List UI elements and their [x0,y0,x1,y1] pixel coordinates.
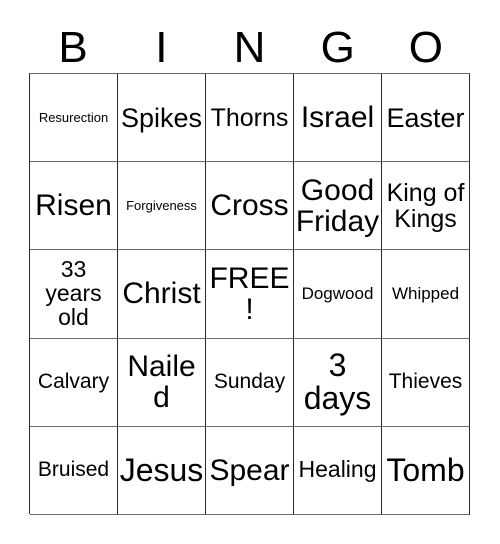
bingo-grid: Resurection Spikes Thorns Israel Easter … [29,73,470,515]
bingo-cell[interactable]: Spear [206,426,294,515]
bingo-cell[interactable]: Bruised [30,426,118,515]
bingo-card: B I N G O Resurection Spikes Thorns Isra… [0,0,500,544]
bingo-cell-label: 33 years old [45,256,102,330]
bingo-cell-label: Spikes [120,102,203,133]
bingo-cell-label: Forgiveness [126,198,197,214]
bingo-header-letter: G [320,23,355,72]
bingo-cell[interactable]: Risen [30,162,118,251]
bingo-cell-label: Dogwood [301,284,374,304]
bingo-cell[interactable]: King of Kings [382,162,470,251]
bingo-cell-label: Resurection [38,109,109,125]
bingo-cell[interactable]: 33 years old [30,250,118,339]
bingo-cell-free-space[interactable]: FREE! [206,250,294,339]
bingo-cell-label: Bruised [37,458,110,482]
bingo-cell[interactable]: Healing [294,426,382,515]
bingo-cell[interactable]: Sunday [206,338,294,427]
bingo-cell[interactable]: Cross [206,162,294,251]
bingo-row: Bruised Jesus Spear Healing Tomb [30,426,470,515]
bingo-cell-label: FREE! [209,261,290,326]
bingo-cell-label: 3 days [303,346,372,417]
bingo-cell-label: Israel [300,101,375,134]
bingo-cell-label: Christ [122,277,201,311]
bingo-cell[interactable]: Christ [118,250,206,339]
bingo-cell-label: King of Kings [386,178,465,233]
bingo-row: 33 years old Christ FREE! Dogwood Whippe… [30,250,470,339]
bingo-cell-label: Tomb [386,451,465,488]
bingo-cell-label: Whipped [391,284,460,304]
bingo-cell[interactable]: Thieves [382,338,470,427]
bingo-header-letter: O [408,23,444,72]
bingo-header-letter: N [233,23,266,72]
bingo-row: Risen Forgiveness Cross Good Friday King… [30,162,470,251]
bingo-header-cell-b: B [29,14,117,73]
bingo-row: Resurection Spikes Thorns Israel Easter [30,74,470,163]
bingo-cell[interactable]: Nailed [118,338,206,427]
bingo-cell-label: Jesus [119,451,204,488]
bingo-row: Calvary Nailed Sunday 3 days Thieves [30,338,470,427]
bingo-cell[interactable]: Easter [382,74,470,163]
bingo-cell[interactable]: Resurection [30,74,118,163]
bingo-cell-label: Thorns [210,103,289,132]
bingo-header-cell-g: G [294,14,382,73]
bingo-cell[interactable]: Tomb [382,426,470,515]
bingo-cell-label: Easter [386,102,465,133]
bingo-header-cell-i: I [117,14,205,73]
bingo-cell-label: Nailed [127,349,196,415]
bingo-cell-label: Risen [35,189,112,223]
bingo-cell-label: Good Friday [295,173,380,238]
bingo-cell-label: Thieves [388,370,463,394]
bingo-cell[interactable]: Whipped [382,250,470,339]
bingo-header: B I N G O [29,14,470,73]
bingo-cell-label: Spear [209,453,290,487]
bingo-cell[interactable]: Spikes [118,74,206,163]
bingo-header-cell-o: O [382,14,470,73]
bingo-cell-label: Calvary [37,370,110,394]
bingo-header-letter: I [155,23,168,72]
bingo-cell[interactable]: Dogwood [294,250,382,339]
bingo-cell[interactable]: Thorns [206,74,294,163]
bingo-cell-label: Sunday [213,370,286,394]
bingo-header-cell-n: N [205,14,293,73]
bingo-cell[interactable]: Israel [294,74,382,163]
bingo-cell[interactable]: Good Friday [294,162,382,251]
bingo-cell-label: Cross [210,189,289,223]
bingo-cell[interactable]: Jesus [118,426,206,515]
bingo-cell[interactable]: 3 days [294,338,382,427]
bingo-cell-label: Healing [298,456,377,483]
bingo-cell[interactable]: Calvary [30,338,118,427]
bingo-header-letter: B [58,23,88,72]
bingo-cell[interactable]: Forgiveness [118,162,206,251]
